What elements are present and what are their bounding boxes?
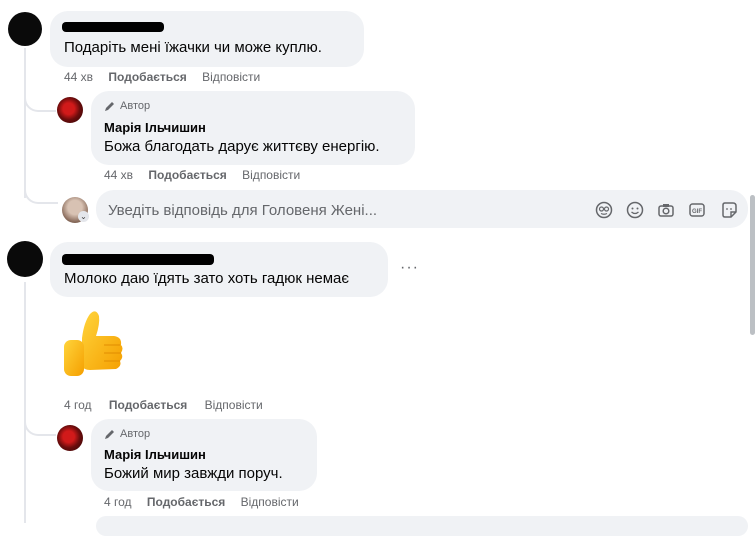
gif-icon[interactable]: GIF — [688, 201, 706, 219]
like-button[interactable]: Подобається — [109, 398, 187, 412]
reply-button[interactable]: Відповісти — [202, 70, 260, 84]
svg-text:GIF: GIF — [692, 209, 702, 215]
author-badge: Автор — [104, 100, 150, 112]
reply-button[interactable]: Відповісти — [241, 495, 299, 509]
like-button[interactable]: Подобається — [147, 495, 225, 509]
reply-time[interactable]: 4 год — [104, 495, 132, 509]
reply-author-name[interactable]: Марія Ільчишин — [104, 120, 206, 135]
thread-connector — [24, 170, 58, 204]
thread-connector — [24, 80, 56, 112]
comment-actions: 4 год Подобається Відповісти — [64, 398, 263, 412]
author-badge: Автор — [104, 428, 150, 440]
sticker-icon[interactable] — [720, 201, 738, 219]
comment-text: Молоко даю їдять зато хоть гадюк немає — [64, 270, 350, 287]
avatar-dropdown-icon[interactable]: ⌄ — [78, 211, 89, 222]
thread-connector — [24, 404, 56, 436]
redacted-name — [62, 22, 164, 32]
scrollbar[interactable] — [750, 195, 755, 335]
avatar[interactable] — [7, 241, 43, 277]
reply-author-name[interactable]: Марія Ільчишин — [104, 447, 206, 462]
avatar[interactable] — [8, 12, 42, 46]
pen-icon — [104, 100, 116, 112]
more-options-button[interactable]: ··· — [400, 259, 419, 277]
emoji-icon[interactable] — [626, 201, 644, 219]
avatar[interactable] — [57, 425, 83, 451]
reply-actions: 44 хв Подобається Відповісти — [104, 168, 300, 182]
redacted-name — [62, 254, 214, 265]
reply-text: Божий мир завжди поруч. — [104, 465, 283, 482]
reply-input[interactable] — [96, 516, 748, 536]
reply-button[interactable]: Відповісти — [242, 168, 300, 182]
comment-time[interactable]: 4 год — [64, 398, 92, 412]
camera-icon[interactable] — [657, 201, 675, 219]
comment-time[interactable]: 44 хв — [64, 70, 93, 84]
thread-line — [24, 282, 26, 523]
pen-icon — [104, 428, 116, 440]
author-badge-label: Автор — [120, 428, 151, 440]
reply-text: Божа благодать дарує життєву енергію. — [104, 138, 380, 155]
reply-actions: 4 год Подобається Відповісти — [104, 495, 299, 509]
reply-input-placeholder: Уведіть відповідь для Головеня Жені... — [108, 202, 378, 219]
comment-actions: 44 хв Подобається Відповісти — [64, 70, 260, 84]
like-button[interactable]: Подобається — [108, 70, 186, 84]
thumbs-up-icon — [60, 308, 128, 384]
reply-button[interactable]: Відповісти — [205, 398, 263, 412]
comment-text: Подаріть мені їжачки чи може куплю. — [64, 39, 322, 56]
like-button[interactable]: Подобається — [148, 168, 226, 182]
avatar[interactable] — [57, 97, 83, 123]
avatar-icon[interactable] — [595, 201, 613, 219]
reply-time[interactable]: 44 хв — [104, 168, 133, 182]
author-badge-label: Автор — [120, 100, 151, 112]
